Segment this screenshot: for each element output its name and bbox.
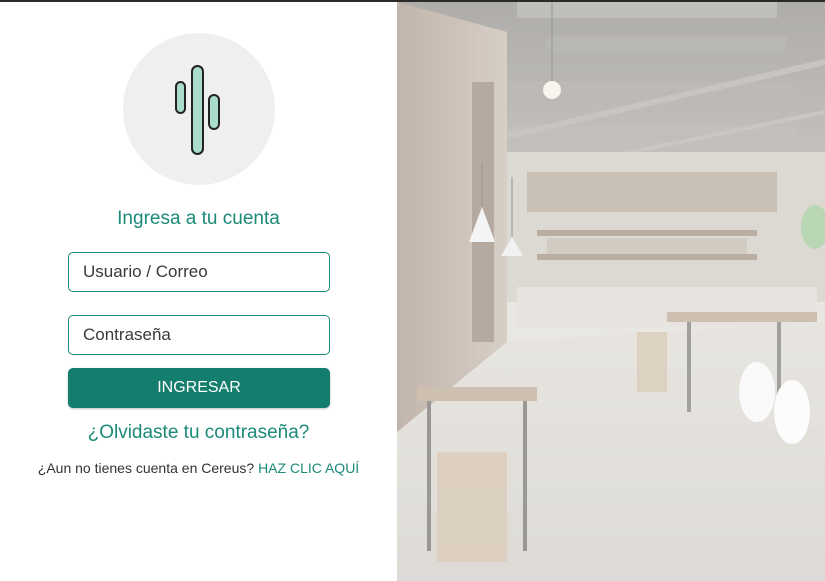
login-panel: Ingresa a tu cuenta INGRESAR ¿Olvidaste …: [0, 2, 397, 581]
restaurant-interior-photo: [397, 2, 825, 581]
signup-link[interactable]: HAZ CLIC AQUÍ: [258, 460, 359, 476]
login-button[interactable]: INGRESAR: [68, 368, 330, 408]
cactus-logo-icon: [175, 65, 220, 155]
signup-prompt: ¿Aun no tienes cuenta en Cereus? HAZ CLI…: [0, 460, 397, 476]
login-title: Ingresa a tu cuenta: [117, 208, 280, 229]
forgot-password-link[interactable]: ¿Olvidaste tu contraseña?: [0, 422, 397, 444]
password-input[interactable]: [68, 315, 330, 355]
username-input[interactable]: [68, 252, 330, 292]
image-overlay: [397, 2, 825, 581]
signup-prompt-text: ¿Aun no tienes cuenta en Cereus?: [37, 460, 255, 476]
logo: [123, 33, 275, 185]
